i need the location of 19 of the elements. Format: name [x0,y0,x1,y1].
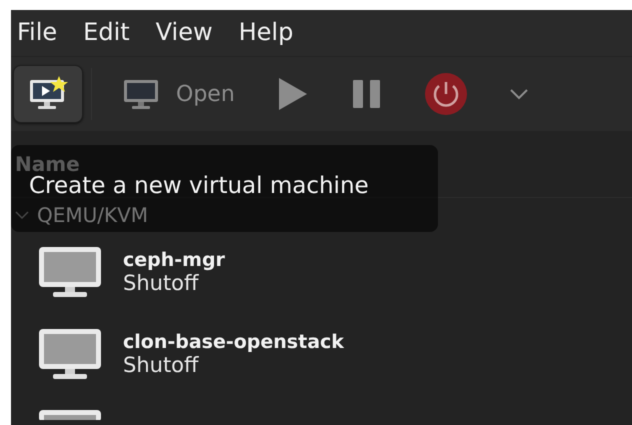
vm-name[interactable]: ceph-mgr [123,249,225,271]
pause-icon [350,78,383,110]
vm-status: Shutoff [123,353,200,377]
new-vm-button[interactable] [13,65,83,123]
open-button[interactable]: Open [108,67,249,121]
vm-status: Shutoff [123,271,200,295]
menu-item[interactable]: Edit [83,18,130,56]
menu-item[interactable]: Help [238,18,294,56]
monitor-icon [37,408,103,420]
monitor-icon [37,245,103,299]
play-icon [276,76,309,112]
monitor-icon [37,327,103,381]
menu-item[interactable]: View [156,18,213,56]
group-label: QEMU/KVM [37,203,148,227]
power-icon [424,73,467,115]
menu-item[interactable]: File [17,18,58,56]
chevron-down-icon [508,88,529,100]
monitor-star-icon [28,76,68,112]
vm-name[interactable]: clon-base-openstack [123,331,344,353]
